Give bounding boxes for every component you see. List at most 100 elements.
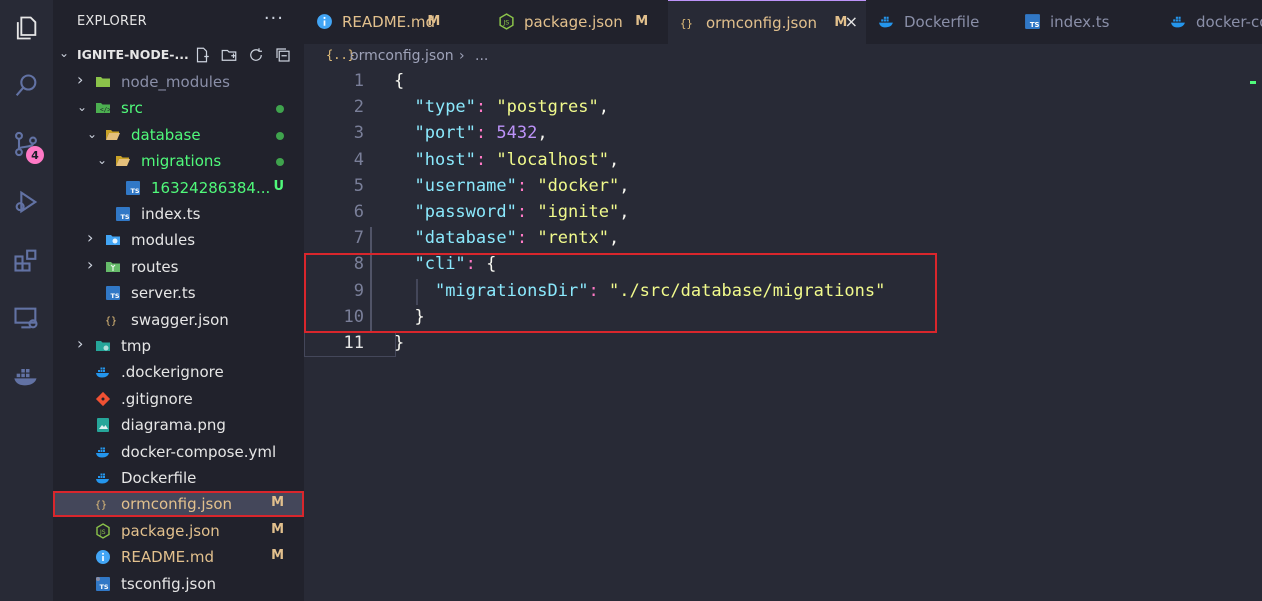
file-item[interactable]: {} swagger.json: [53, 307, 304, 333]
nodejs-icon: JS: [95, 522, 111, 539]
folder-open-icon: [105, 127, 121, 143]
file-item[interactable]: TS 16324286384... U: [53, 175, 304, 201]
tab-index-ts[interactable]: TS index.ts: [1012, 0, 1159, 44]
folder-item[interactable]: › tmp: [53, 333, 304, 359]
chevron-down-icon[interactable]: ⌄: [97, 153, 107, 167]
tab-label: README.md: [342, 13, 436, 31]
file-item[interactable]: docker-compose.yml: [53, 439, 304, 465]
tree-item-label: node_modules: [121, 73, 230, 91]
file-item[interactable]: JS package.json M: [53, 518, 304, 544]
folder-item[interactable]: ⌄ </> src: [53, 95, 304, 121]
svg-text:JS: JS: [502, 19, 509, 27]
svg-text:TS: TS: [111, 292, 120, 300]
file-item[interactable]: diagrama.png: [53, 412, 304, 438]
typescript-icon: TS: [115, 206, 131, 222]
file-item[interactable]: TS tsconfig.json: [53, 571, 304, 597]
code-text: "database": "rentx",: [414, 228, 620, 249]
tab-readme-md[interactable]: README.md M: [304, 0, 487, 44]
docker-icon[interactable]: [8, 358, 44, 394]
project-header[interactable]: ⌄ IGNITE-NODE-...: [53, 42, 304, 68]
code-line[interactable]: 4 "host": "localhost",: [304, 148, 1262, 174]
collapse-all-icon[interactable]: [274, 46, 292, 64]
run-debug-icon[interactable]: [8, 184, 44, 220]
file-item[interactable]: Dockerfile: [53, 465, 304, 491]
chevron-down-icon[interactable]: ⌄: [77, 100, 87, 114]
chevron-right-icon[interactable]: ›: [77, 334, 83, 353]
tree-item-label: database: [131, 125, 201, 144]
tree-item-label: swagger.json: [131, 310, 229, 329]
search-icon[interactable]: [8, 68, 44, 104]
tab-label: Dockerfile: [904, 13, 980, 31]
tab-label: docker-co: [1196, 13, 1262, 31]
folder-item[interactable]: › routes: [53, 254, 304, 280]
code-line[interactable]: 6 "password": "ignite",: [304, 200, 1262, 226]
line-number: 5: [353, 175, 364, 196]
code-line[interactable]: 3 "port": 5432,: [304, 121, 1262, 147]
more-actions-icon[interactable]: ···: [264, 8, 284, 29]
tab-label: index.ts: [1050, 13, 1110, 31]
file-item[interactable]: .gitignore: [53, 386, 304, 412]
tab-docker-co[interactable]: docker-co: [1158, 0, 1262, 44]
chevron-right-icon[interactable]: ›: [87, 228, 93, 247]
breadcrumb-more[interactable]: ...: [475, 48, 488, 64]
svg-text:{}: {}: [105, 316, 117, 327]
extensions-icon[interactable]: [8, 242, 44, 278]
file-item[interactable]: {} ormconfig.json M: [53, 491, 304, 518]
code-line[interactable]: 11}: [304, 331, 1262, 357]
tab-ormconfig-json[interactable]: {} ormconfig.json M ×: [668, 0, 867, 44]
tree-item-label: .dockerignore: [121, 363, 224, 382]
new-file-icon[interactable]: [193, 46, 211, 64]
line-number: 11: [343, 333, 364, 353]
tab-label: package.json: [524, 13, 623, 31]
code-line[interactable]: 5 "username": "docker",: [304, 174, 1262, 200]
modified-dot: [276, 131, 284, 140]
tab-package-json[interactable]: JS package.json M: [486, 0, 669, 44]
minimap-change-marker: [1250, 81, 1256, 84]
tree-item-label: tmp: [121, 337, 152, 355]
chevron-right-icon[interactable]: ›: [87, 255, 93, 274]
tree-item-label: .gitignore: [121, 389, 193, 408]
code-line[interactable]: 7 "database": "rentx",: [304, 226, 1262, 252]
explorer-icon[interactable]: [8, 10, 44, 46]
new-folder-icon[interactable]: [220, 46, 238, 64]
file-item[interactable]: TS server.ts: [53, 280, 304, 306]
svg-text:{}: {}: [680, 17, 693, 30]
tree-item-label: diagrama.png: [121, 416, 226, 435]
file-item[interactable]: TS index.ts: [53, 201, 304, 227]
code-text: "password": "ignite",: [414, 202, 630, 222]
chevron-right-icon[interactable]: ›: [77, 70, 83, 89]
typescript-icon: TS: [105, 285, 121, 301]
tree-item-label: src: [121, 99, 143, 118]
refresh-icon[interactable]: [247, 46, 265, 64]
folder-item[interactable]: › node_modules: [53, 69, 304, 95]
folder-open-icon: [115, 153, 131, 169]
project-name: IGNITE-NODE-...: [77, 47, 189, 62]
tree-item-label: Dockerfile: [121, 469, 197, 487]
info-icon: [95, 549, 111, 565]
line-number: 3: [353, 123, 364, 144]
modules-folder-icon: [105, 232, 121, 248]
folder-item[interactable]: ⌄ database: [53, 122, 304, 148]
file-item[interactable]: .dockerignore: [53, 359, 304, 385]
git-icon: [95, 391, 111, 407]
json-icon: {}: [95, 496, 111, 512]
tree-item-label: routes: [131, 257, 179, 276]
tmp-folder-icon: [95, 338, 111, 354]
chevron-down-icon[interactable]: ⌄: [87, 127, 97, 141]
code-line[interactable]: 2 "type": "postgres",: [304, 95, 1262, 121]
code-editor[interactable]: 1{2 "type": "postgres", 3 "port": 5432, 4 …: [304, 69, 1262, 601]
breadcrumb-file[interactable]: ormconfig.json: [350, 48, 454, 64]
folder-item[interactable]: ⌄ migrations: [53, 148, 304, 174]
git-status-badge: M: [271, 521, 284, 537]
remote-explorer-icon[interactable]: [8, 300, 44, 336]
tab-dockerfile[interactable]: Dockerfile: [866, 0, 1013, 44]
file-item[interactable]: README.md M: [53, 544, 304, 570]
tree-item-label: README.md: [121, 548, 215, 567]
routes-folder-icon: [105, 259, 121, 275]
git-status-badge: M: [271, 548, 284, 564]
docker-icon: [95, 364, 111, 380]
tree-item-label: 16324286384...: [151, 178, 271, 197]
close-icon[interactable]: ×: [845, 12, 858, 31]
folder-item[interactable]: › modules: [53, 227, 304, 253]
code-line[interactable]: 1{: [304, 69, 1262, 95]
